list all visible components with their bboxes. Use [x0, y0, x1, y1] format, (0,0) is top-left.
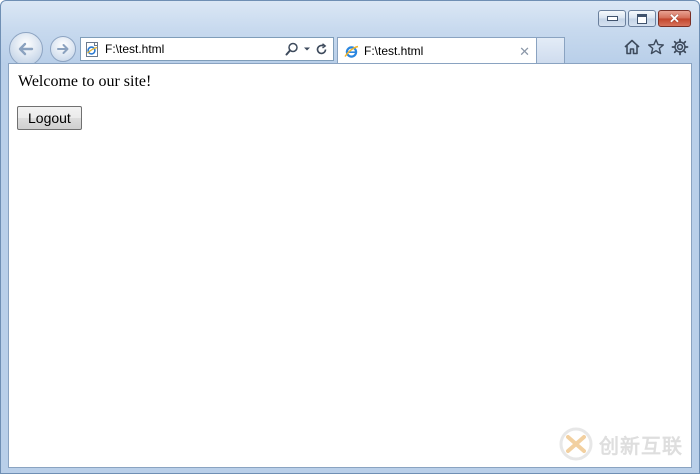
tab-title: F:\test.html — [364, 44, 424, 58]
browser-toolbar-right — [623, 38, 689, 56]
gear-icon[interactable] — [671, 38, 689, 56]
back-button[interactable] — [9, 32, 43, 66]
address-bar[interactable]: F:\test.html — [80, 37, 334, 61]
tab-test-html[interactable]: F:\test.html ✕ — [337, 37, 537, 64]
tab-close-icon[interactable]: ✕ — [519, 45, 530, 58]
back-arrow-icon — [18, 42, 34, 56]
new-tab-button[interactable] — [537, 37, 565, 63]
watermark-text: 创新互联 — [599, 433, 683, 458]
favorites-star-icon[interactable] — [647, 38, 665, 56]
refresh-icon[interactable] — [315, 42, 328, 56]
page-favicon-icon — [86, 41, 98, 57]
search-icon[interactable] — [285, 42, 299, 56]
maximize-button[interactable] — [628, 10, 656, 27]
forward-button[interactable] — [50, 36, 76, 62]
caption-buttons: ✕ — [598, 10, 691, 27]
welcome-message: Welcome to our site! — [18, 73, 152, 90]
forward-arrow-icon — [57, 44, 69, 54]
watermark: 创新互联 — [559, 427, 683, 461]
home-icon[interactable] — [623, 38, 641, 56]
dropdown-arrow-icon[interactable] — [303, 45, 311, 53]
page-content: Welcome to our site! Logout 创新互联 — [8, 63, 692, 468]
address-text[interactable]: F:\test.html — [105, 42, 285, 56]
logout-button[interactable]: Logout — [17, 106, 82, 130]
browser-window: ✕ F:\test.html F:\test.html ✕ Welcome to… — [0, 0, 700, 474]
close-window-button[interactable]: ✕ — [658, 10, 691, 27]
ie-logo-icon — [344, 45, 359, 58]
minimize-icon — [606, 16, 618, 21]
address-tools — [285, 42, 328, 56]
maximize-icon — [637, 13, 647, 24]
minimize-button[interactable] — [598, 10, 626, 27]
watermark-logo-icon — [559, 427, 593, 461]
close-icon: ✕ — [669, 11, 680, 26]
